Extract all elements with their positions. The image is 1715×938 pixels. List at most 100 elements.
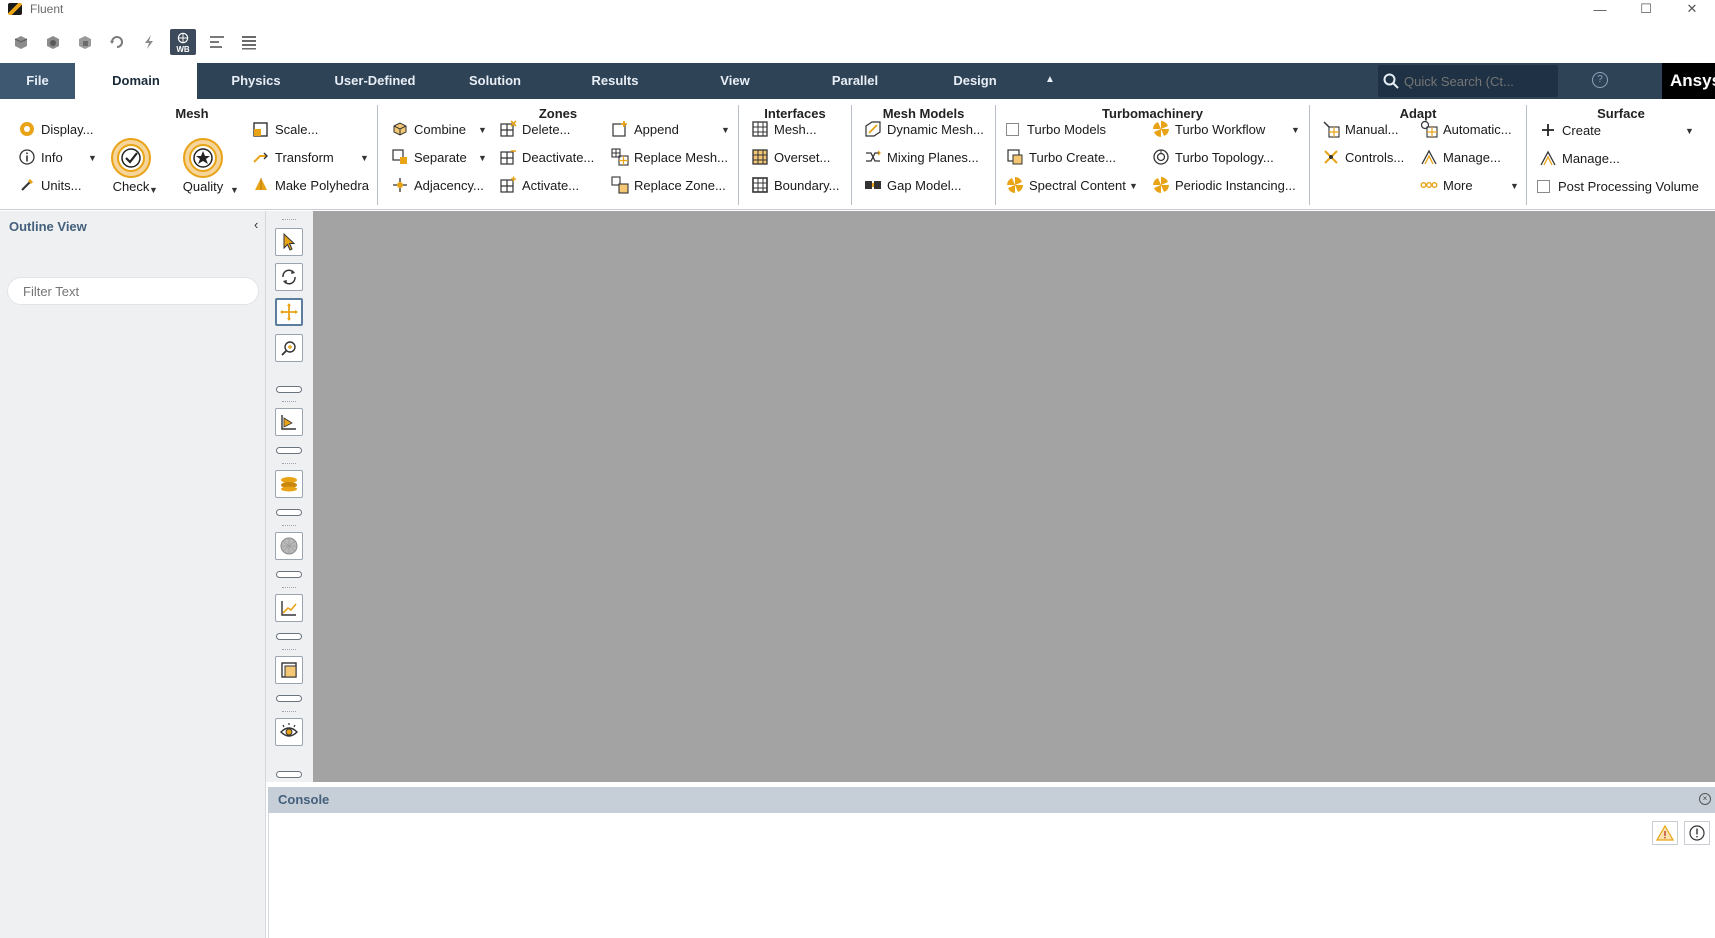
collapse-outline-icon[interactable]: ‹ [254,217,258,232]
info-dropdown-icon[interactable]: ▼ [88,153,97,163]
spectral-content-button[interactable]: Spectral Content [1006,174,1126,196]
minimize-button[interactable]: — [1577,0,1623,18]
zones-append-button[interactable]: Append [611,118,679,140]
adapt-automatic-button[interactable]: Automatic... [1420,118,1512,140]
toolbar-expander[interactable] [276,695,302,702]
view-orientation-button[interactable] [275,408,303,436]
make-polyhedra-button[interactable]: Make Polyhedra [252,174,369,196]
mesh-display-toggle-button[interactable] [275,532,303,560]
tab-physics[interactable]: Physics [197,63,315,99]
read-case-icon[interactable] [10,31,32,53]
parameters-icon[interactable] [206,31,228,53]
zones-delete-button[interactable]: Delete... [499,118,570,140]
write-case-icon[interactable] [74,31,96,53]
console-info-button[interactable] [1684,821,1710,845]
turbo-models-check-box[interactable] [1006,122,1019,136]
pan-button[interactable] [275,298,303,326]
spectral-dropdown-icon[interactable]: ▼ [1129,181,1138,191]
adapt-manual-button[interactable]: Manual... [1322,118,1398,140]
maximize-button[interactable]: ☐ [1623,0,1669,18]
tab-domain[interactable]: Domain [75,63,197,101]
zoom-button[interactable] [275,334,303,362]
tab-parallel[interactable]: Parallel [795,63,915,99]
toolbar-expander[interactable] [276,771,302,778]
turbo-models-checkbox[interactable]: Turbo Models [1006,118,1106,140]
zones-separate-button[interactable]: Separate [391,146,467,168]
adapt-controls-button[interactable]: Controls... [1322,146,1404,168]
toolbar-expander[interactable] [276,509,302,516]
zones-deactivate-button[interactable]: Deactivate... [499,146,594,168]
toolbar-expander[interactable] [276,447,302,454]
quick-search-input[interactable] [1404,73,1554,89]
interfaces-mesh-button[interactable]: Mesh... [751,118,817,140]
turbo-create-button[interactable]: Turbo Create... [1006,146,1116,168]
lightning-icon[interactable] [138,31,160,53]
surface-manage-button[interactable]: Manage... [1539,147,1620,169]
mesh-check-button[interactable]: Check [110,137,152,194]
tab-view[interactable]: View [675,63,795,99]
filter-text-input[interactable] [7,277,259,305]
replace-zone-button[interactable]: Replace Zone... [611,174,726,196]
post-processing-volume-check-box[interactable] [1537,179,1550,193]
mesh-scale-button[interactable]: Scale... [252,118,318,140]
close-button[interactable]: ✕ [1669,0,1715,18]
turbo-workflow-dropdown-icon[interactable]: ▼ [1291,125,1300,135]
console-output[interactable] [268,813,1715,938]
reload-icon[interactable] [106,31,128,53]
mesh-transform-button[interactable]: Transform [252,146,334,168]
graphics-viewport[interactable] [313,211,1715,782]
post-processing-volume-checkbox[interactable]: Post Processing Volume [1537,175,1699,197]
zones-adjacency-button[interactable]: Adjacency... [391,174,484,196]
tab-file[interactable]: File [0,63,75,99]
tab-results[interactable]: Results [555,63,675,99]
tab-user-defined[interactable]: User-Defined [315,63,435,99]
interfaces-overset-button[interactable]: Overset... [751,146,830,168]
tab-design[interactable]: Design [915,63,1035,99]
check-dropdown-icon[interactable]: ▼ [149,185,158,195]
window-layout-button[interactable] [275,656,303,684]
more-dropdown-icon[interactable]: ▼ [1510,181,1519,191]
mesh-quality-button[interactable]: Quality [182,137,224,194]
mesh-display-button[interactable]: Display... [18,118,94,140]
mesh-units-button[interactable]: Units... [18,174,81,196]
console-close-icon[interactable]: × [1699,793,1711,805]
append-dropdown-icon[interactable]: ▼ [721,125,730,135]
dynamic-mesh-button[interactable]: Dynamic Mesh... [864,118,984,140]
zones-activate-button[interactable]: Activate... [499,174,579,196]
separate-dropdown-icon[interactable]: ▼ [478,153,487,163]
surface-create-dropdown-icon[interactable]: ▼ [1685,126,1694,136]
transform-dropdown-icon[interactable]: ▼ [360,153,369,163]
turbo-topology-button[interactable]: Turbo Topology... [1152,146,1274,168]
console-warning-button[interactable] [1652,821,1678,845]
periodic-instancing-button[interactable]: Periodic Instancing... [1152,174,1296,196]
toolbar-expander[interactable] [276,571,302,578]
info-icon [19,149,35,165]
toolbar-expander[interactable] [276,633,302,640]
turbo-workflow-icon [1153,121,1169,137]
toolbar-expander[interactable] [276,386,302,393]
interfaces-boundary-button[interactable]: Boundary... [751,174,840,196]
quick-search[interactable] [1378,65,1558,97]
plot-button[interactable] [275,594,303,622]
read-data-icon[interactable] [42,31,64,53]
replace-mesh-button[interactable]: Replace Mesh... [611,146,728,168]
display-options-button[interactable] [275,470,303,498]
gap-model-button[interactable]: Gap Model... [864,174,961,196]
rotate-button[interactable] [275,263,303,291]
select-pointer-button[interactable] [275,228,303,256]
view-visibility-button[interactable] [275,718,303,746]
combine-dropdown-icon[interactable]: ▼ [478,125,487,135]
turbo-workflow-button[interactable]: Turbo Workflow [1152,118,1265,140]
list-settings-icon[interactable] [238,31,260,53]
zones-combine-button[interactable]: Combine [391,118,466,140]
workbench-button[interactable]: WB [170,29,196,55]
adapt-manage-button[interactable]: Manage... [1420,146,1501,168]
tab-solution[interactable]: Solution [435,63,555,99]
surface-create-button[interactable]: Create [1539,119,1601,141]
quality-dropdown-icon[interactable]: ▼ [230,185,239,195]
help-icon[interactable]: ? [1592,72,1608,88]
mixing-planes-button[interactable]: Mixing Planes... [864,146,979,168]
collapse-ribbon-button[interactable]: ▲ [1045,63,1055,99]
adapt-more-button[interactable]: More [1420,174,1473,196]
mesh-info-button[interactable]: Info [18,146,63,168]
